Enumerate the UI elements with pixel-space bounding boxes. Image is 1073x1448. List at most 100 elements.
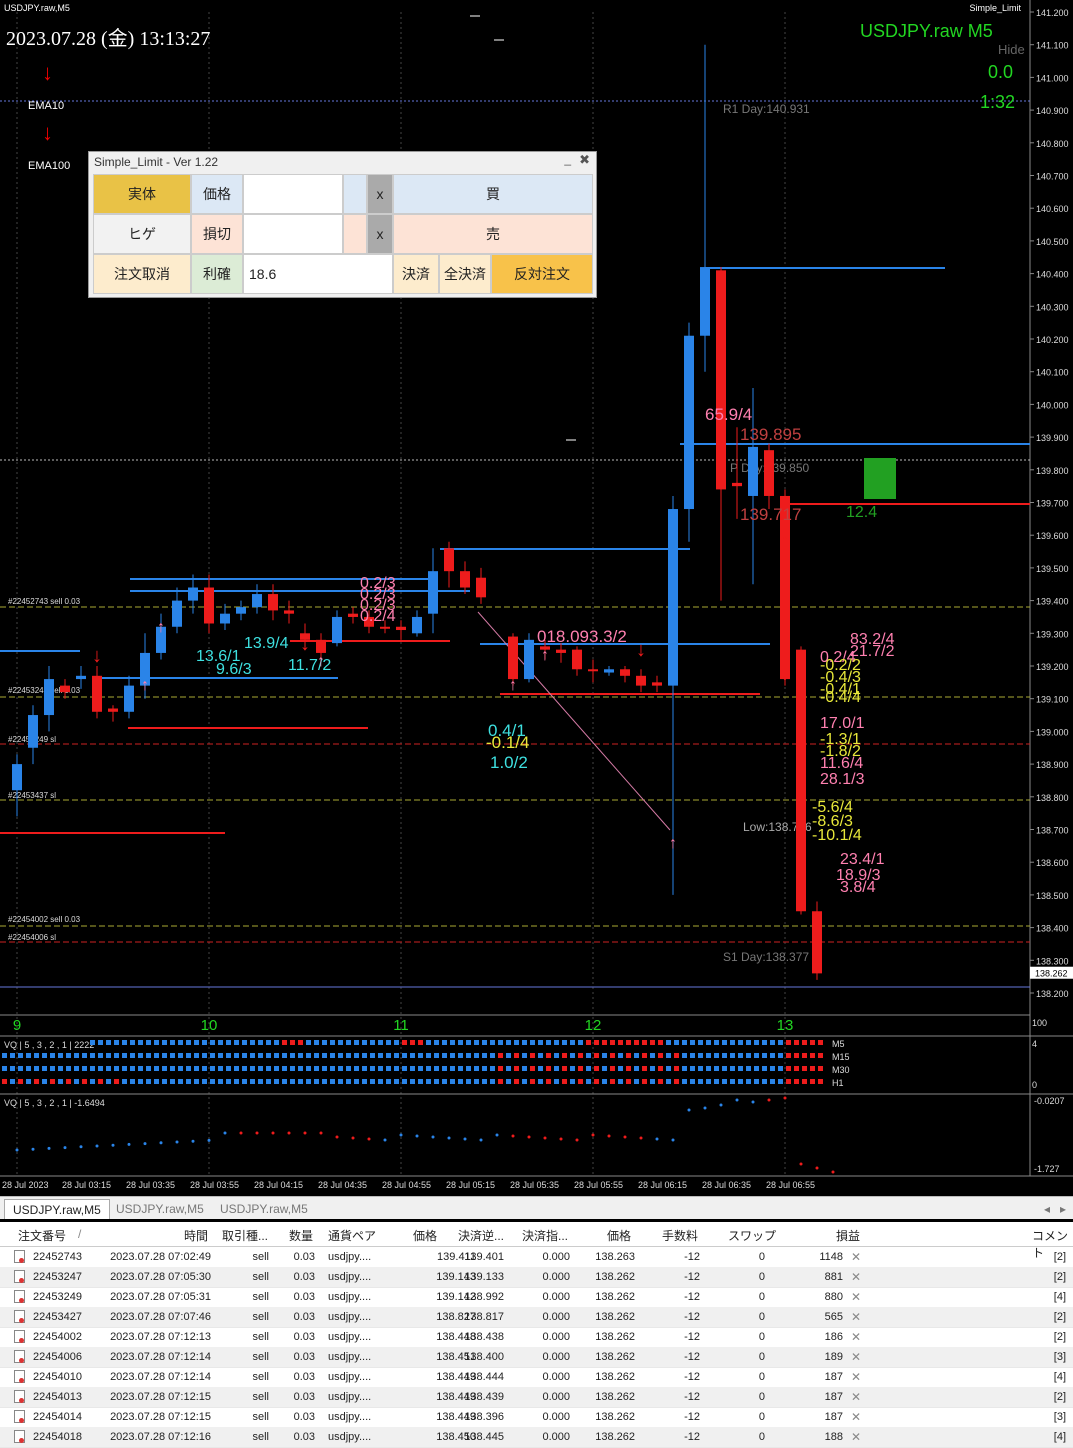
close-order-icon[interactable]: ✕ — [851, 1350, 861, 1364]
close-all-button[interactable]: 全決済 — [439, 254, 491, 294]
close-icon[interactable]: ✖ — [579, 152, 590, 168]
col-commission[interactable]: 手数料 — [662, 1227, 698, 1244]
stoploss-label: 損切 — [191, 214, 243, 254]
wick-mode-button[interactable]: ヒゲ — [93, 214, 191, 254]
vq-dot — [234, 1079, 239, 1084]
table-row[interactable]: 22453427 2023.07.28 07:07:46 sell 0.03 usdjp… — [0, 1307, 1073, 1328]
close-order-icon[interactable]: ✕ — [851, 1390, 861, 1404]
close-order-icon[interactable]: ✕ — [851, 1430, 861, 1444]
tab-chart-2[interactable]: USDJPY.raw,M5 — [108, 1199, 212, 1218]
table-row[interactable]: 22454018 2023.07.28 07:12:16 sell 0.03 usdjp… — [0, 1427, 1073, 1448]
bear-candle — [636, 675, 646, 686]
col-symbol[interactable]: 通貨ペア — [328, 1227, 376, 1244]
col-type[interactable]: 取引種... — [222, 1227, 268, 1244]
vq-dot — [490, 1040, 495, 1045]
vq-dot — [90, 1079, 95, 1084]
vq-dot — [50, 1066, 55, 1071]
close-position-button[interactable]: 決済 — [393, 254, 439, 294]
vq-dot — [282, 1079, 287, 1084]
vq-dot — [658, 1066, 663, 1071]
vq-dot — [2, 1053, 7, 1058]
vq-dot — [634, 1053, 639, 1058]
close-order-icon[interactable]: ✕ — [851, 1310, 861, 1324]
col-time[interactable]: 時間 — [184, 1227, 208, 1244]
vq-dot — [434, 1040, 439, 1045]
col-profit[interactable]: 損益 — [836, 1227, 860, 1244]
close-order-icon[interactable]: ✕ — [851, 1270, 861, 1284]
bull-candle — [236, 607, 246, 614]
order-icon — [14, 1430, 25, 1443]
table-row[interactable]: 22454013 2023.07.28 07:12:15 sell 0.03 usdjp… — [0, 1387, 1073, 1408]
col-price[interactable]: 価格 — [413, 1227, 437, 1244]
vq-dot — [794, 1040, 799, 1045]
vq-dot — [386, 1079, 391, 1084]
hide-button[interactable]: Hide — [998, 42, 1025, 57]
price-tick-label: 141.200 — [1036, 8, 1069, 18]
close-order-icon[interactable]: ✕ — [851, 1410, 861, 1424]
target-box-label: 12.4 — [846, 504, 877, 521]
table-row[interactable]: 22454014 2023.07.28 07:12:15 sell 0.03 usdjp… — [0, 1407, 1073, 1428]
close-order-icon[interactable]: ✕ — [851, 1250, 861, 1264]
table-cell: [2] — [1053, 1311, 1066, 1323]
order-icon — [14, 1370, 25, 1383]
tab-chart-1[interactable]: USDJPY.raw,M5 — [4, 1199, 110, 1219]
table-row[interactable]: 22453249 2023.07.28 07:05:31 sell 0.03 usdjp… — [0, 1287, 1073, 1308]
cancel-orders-button[interactable]: 注文取消 — [93, 254, 191, 294]
vq-dot — [82, 1079, 87, 1084]
table-header: 注文番号 / 時間 取引種... 数量 通貨ペア 価格 決済逆... 決済指..… — [0, 1222, 1073, 1260]
body-mode-button[interactable]: 実体 — [93, 174, 191, 214]
close-order-icon[interactable]: ✕ — [851, 1370, 861, 1384]
vq-dot — [762, 1053, 767, 1058]
col-swap[interactable]: スワップ — [728, 1227, 776, 1244]
vq-dot — [250, 1053, 255, 1058]
col-sl[interactable]: 決済逆... — [458, 1227, 504, 1244]
table-row[interactable]: 22453247 2023.07.28 07:05:30 sell 0.03 usdjp… — [0, 1267, 1073, 1288]
vq-dot — [434, 1066, 439, 1071]
price-clear-button[interactable]: x — [367, 174, 393, 214]
vq-dot — [650, 1066, 655, 1071]
stoploss-input[interactable] — [243, 214, 343, 254]
vq-line-dot — [239, 1131, 243, 1135]
col-volume[interactable]: 数量 — [289, 1227, 313, 1244]
vq-dot — [410, 1040, 415, 1045]
vq-dot — [114, 1066, 119, 1071]
price-tick-label: 141.000 — [1036, 73, 1069, 83]
bear-candle — [556, 649, 566, 653]
stoploss-clear-button[interactable]: x — [367, 214, 393, 254]
table-cell: -12 — [684, 1391, 700, 1403]
vq-dot — [498, 1040, 503, 1045]
table-row[interactable]: 22454002 2023.07.28 07:12:13 sell 0.03 usdjp… — [0, 1327, 1073, 1348]
vq-dot — [626, 1040, 631, 1045]
takeprofit-input[interactable]: 18.6 — [243, 254, 393, 294]
tab-chart-3[interactable]: USDJPY.raw,M5 — [212, 1199, 316, 1218]
chart-area[interactable]: 141.200 141.100 141.000 140.900 140.800 140.7… — [0, 0, 1073, 1196]
vq-dot — [658, 1079, 663, 1084]
reverse-order-button[interactable]: 反対注文 — [491, 254, 593, 294]
price-input[interactable] — [243, 174, 343, 214]
col-current-price[interactable]: 価格 — [607, 1227, 631, 1244]
tab-scroll-right-icon[interactable]: ▸ — [1052, 1199, 1073, 1218]
vq-dot — [498, 1079, 503, 1084]
vq-dot — [234, 1066, 239, 1071]
ema10-label: EMA10 — [28, 100, 65, 112]
buy-button[interactable]: 買 — [393, 174, 593, 214]
vq-dot — [114, 1053, 119, 1058]
minimize-icon[interactable]: _ — [564, 152, 571, 166]
table-row[interactable]: 22452743 2023.07.28 07:02:49 sell 0.03 usdjp… — [0, 1247, 1073, 1268]
order-tag: #22454002 sell 0.03 — [8, 915, 81, 924]
vq-line-dot — [463, 1137, 467, 1141]
vq-timeframe-label: H1 — [832, 1078, 844, 1088]
table-row[interactable]: 22454010 2023.07.28 07:12:14 sell 0.03 usdjp… — [0, 1367, 1073, 1388]
bear-candle — [396, 626, 406, 631]
col-ticket[interactable]: 注文番号 — [18, 1227, 66, 1244]
close-order-icon[interactable]: ✕ — [851, 1330, 861, 1344]
vq-line-dot — [799, 1162, 803, 1166]
vq-dot — [466, 1066, 471, 1071]
vq-line-dot — [63, 1146, 67, 1150]
sell-button[interactable]: 売 — [393, 214, 593, 254]
sort-icon[interactable]: / — [78, 1227, 81, 1241]
table-row[interactable]: 22454006 2023.07.28 07:12:14 sell 0.03 usdjp… — [0, 1347, 1073, 1368]
col-tp[interactable]: 決済指... — [522, 1227, 568, 1244]
vq-dot — [298, 1040, 303, 1045]
close-order-icon[interactable]: ✕ — [851, 1290, 861, 1304]
